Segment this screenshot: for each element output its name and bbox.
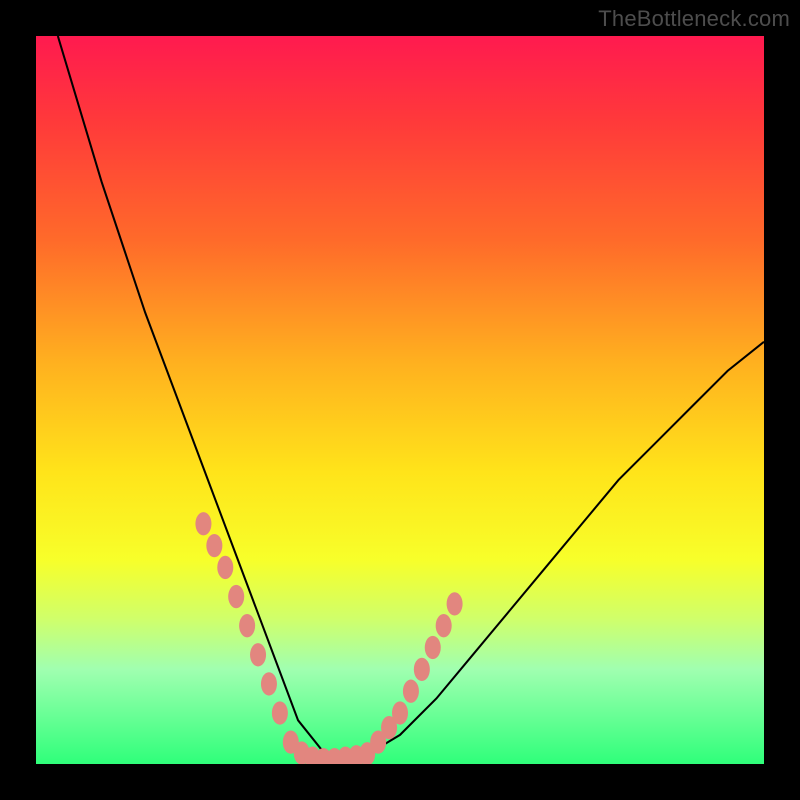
highlight-dot — [436, 614, 452, 637]
curve-svg — [36, 36, 764, 764]
highlight-dot — [217, 556, 233, 579]
highlight-dot — [272, 701, 288, 724]
highlight-dot — [392, 701, 408, 724]
highlight-dot — [425, 636, 441, 659]
highlight-dot — [261, 672, 277, 695]
highlight-dot — [414, 658, 430, 681]
highlight-dot — [228, 585, 244, 608]
highlight-dot — [403, 680, 419, 703]
highlight-dot — [447, 592, 463, 615]
highlight-dots-right — [370, 592, 462, 754]
highlight-dots-left — [195, 512, 287, 725]
chart-frame: TheBottleneck.com — [0, 0, 800, 800]
bottleneck-curve-path — [58, 36, 764, 757]
highlight-dot — [239, 614, 255, 637]
highlight-dot — [250, 643, 266, 666]
plot-area — [36, 36, 764, 764]
highlight-dot — [195, 512, 211, 535]
highlight-dot — [206, 534, 222, 557]
watermark-text: TheBottleneck.com — [598, 6, 790, 32]
highlight-dots-bottom — [283, 731, 375, 764]
